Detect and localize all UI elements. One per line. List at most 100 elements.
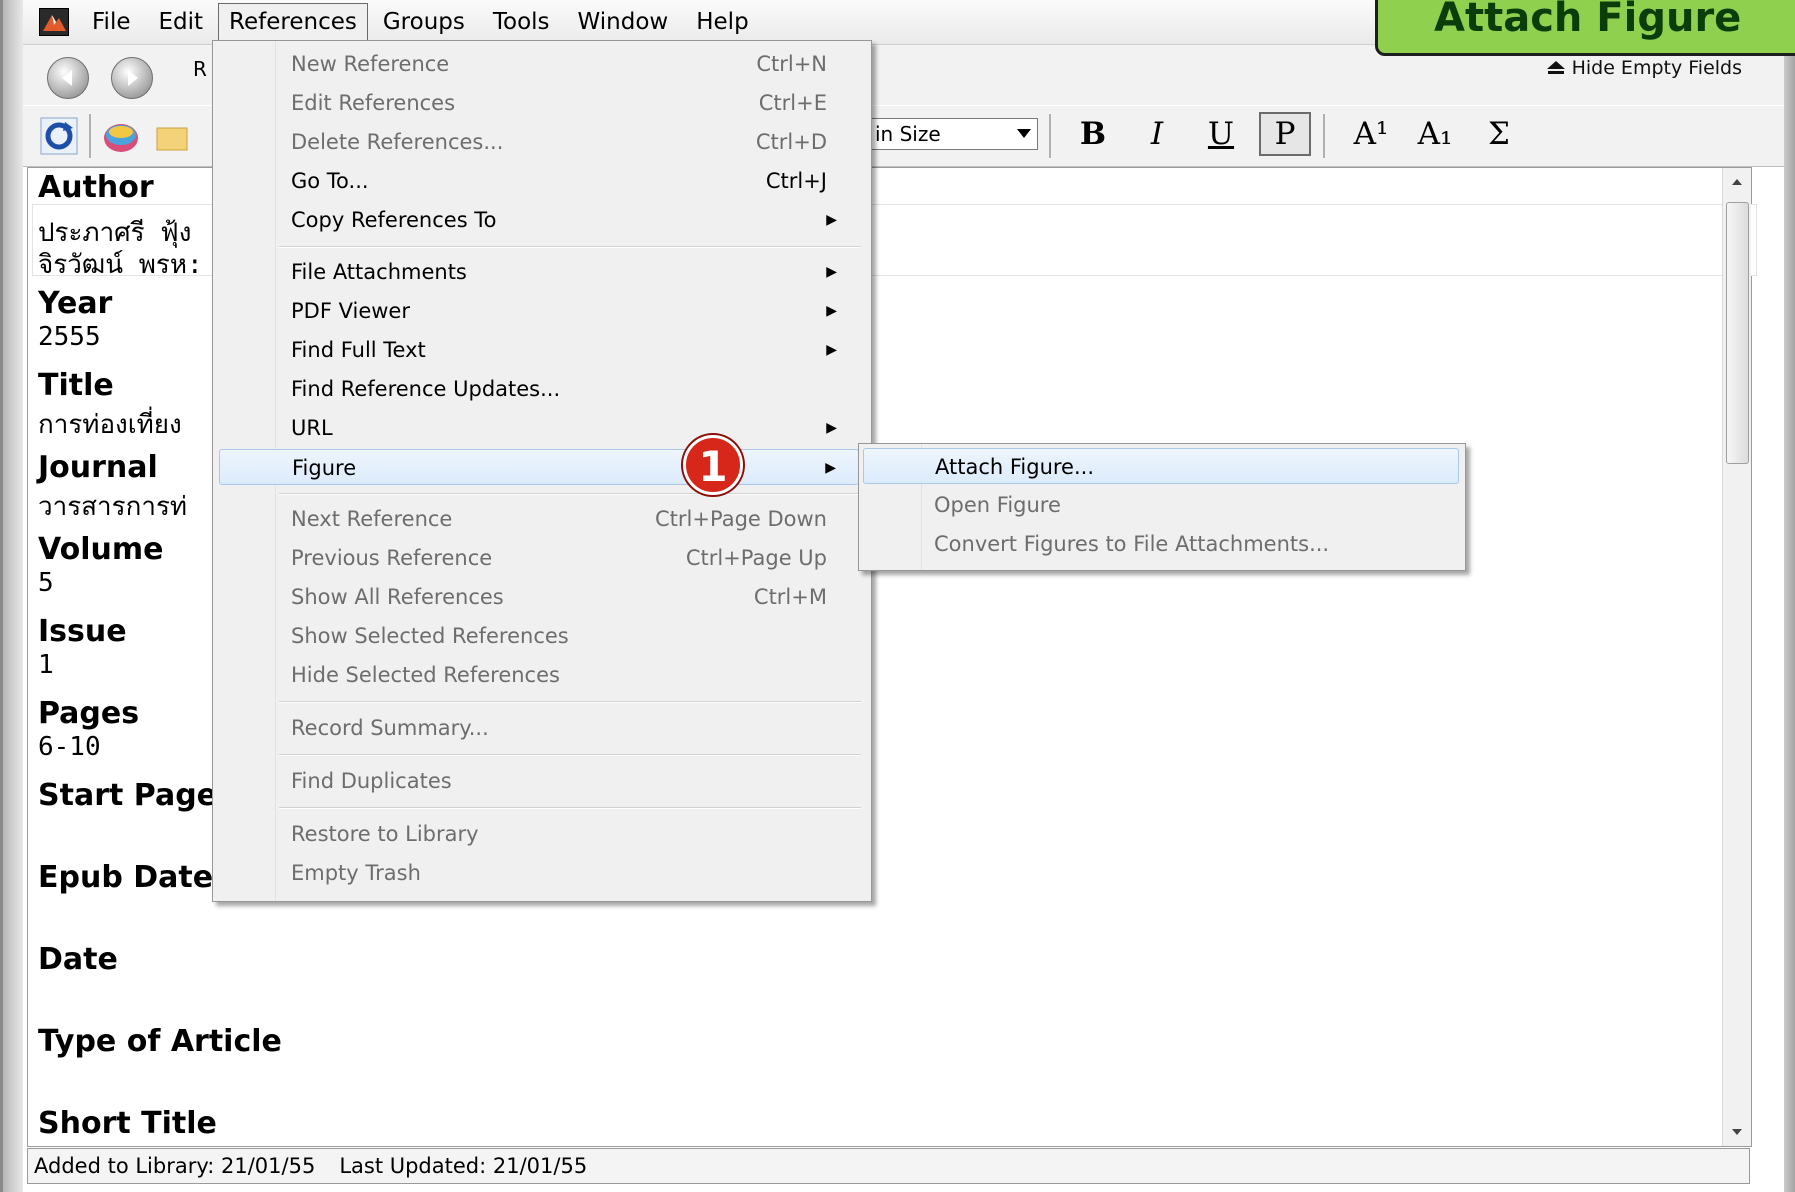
menu-item-label: Empty Trash bbox=[291, 861, 421, 885]
plain-button[interactable]: P bbox=[1259, 112, 1311, 156]
toolbar-separator bbox=[89, 114, 91, 158]
sync-icon[interactable] bbox=[39, 116, 79, 156]
menu-item-label: Record Summary... bbox=[291, 716, 489, 740]
volume-value[interactable]: 5 bbox=[38, 568, 54, 598]
menu-item-file-attachments[interactable]: File Attachments ▶ bbox=[219, 254, 859, 290]
menu-item-shortcut: Ctrl+Page Up bbox=[685, 546, 827, 570]
menu-separator bbox=[279, 493, 861, 495]
year-value[interactable]: 2555 bbox=[38, 322, 101, 352]
menu-separator bbox=[279, 246, 861, 248]
added-to-library: Added to Library: 21/01/55 bbox=[34, 1154, 316, 1178]
menu-window[interactable]: Window bbox=[565, 3, 682, 41]
menu-item-attach-figure[interactable]: Attach Figure... bbox=[863, 448, 1459, 484]
window-right-border bbox=[1784, 0, 1795, 1192]
submenu-arrow-icon: ▶ bbox=[826, 212, 837, 228]
online-search-icon[interactable] bbox=[101, 116, 141, 156]
menu-item-label: Restore to Library bbox=[291, 822, 479, 846]
menu-item-next-reference[interactable]: Next Reference Ctrl+Page Down bbox=[219, 501, 859, 537]
window-left-border bbox=[3, 0, 23, 1192]
menu-item-find-full-text[interactable]: Find Full Text ▶ bbox=[219, 332, 859, 368]
menu-separator bbox=[279, 807, 861, 809]
menu-item-label: Convert Figures to File Attachments... bbox=[934, 532, 1330, 556]
menu-item-delete-references[interactable]: Delete References... Ctrl+D bbox=[219, 124, 859, 160]
scroll-up-icon[interactable] bbox=[1723, 172, 1751, 192]
menu-groups[interactable]: Groups bbox=[370, 3, 478, 41]
scroll-down-icon[interactable] bbox=[1723, 1122, 1751, 1142]
menu-item-label: Find Full Text bbox=[291, 338, 426, 362]
reference-label: R bbox=[193, 57, 207, 81]
issue-value[interactable]: 1 bbox=[38, 650, 54, 680]
menu-item-label: Previous Reference bbox=[291, 546, 493, 570]
underline-button[interactable]: U bbox=[1195, 112, 1247, 156]
symbol-button[interactable]: Σ bbox=[1473, 112, 1525, 156]
menu-item-previous-reference[interactable]: Previous Reference Ctrl+Page Up bbox=[219, 540, 859, 576]
submenu-arrow-icon: ▶ bbox=[826, 264, 837, 280]
title-value[interactable]: การท่องเที่ยง bbox=[38, 404, 182, 445]
back-button[interactable] bbox=[47, 57, 89, 99]
menu-item-shortcut: Ctrl+E bbox=[758, 91, 827, 115]
short-title-label: Short Title bbox=[38, 1106, 217, 1141]
menu-item-convert-figures[interactable]: Convert Figures to File Attachments... bbox=[863, 526, 1459, 562]
folder-icon[interactable] bbox=[151, 116, 191, 156]
pages-value[interactable]: 6-10 bbox=[38, 732, 101, 762]
menu-item-label: Show All References bbox=[291, 585, 504, 609]
menu-item-restore-to-library[interactable]: Restore to Library bbox=[219, 816, 859, 852]
menu-item-record-summary[interactable]: Record Summary... bbox=[219, 710, 859, 746]
journal-label: Journal bbox=[38, 450, 158, 485]
menu-item-url[interactable]: URL ▶ bbox=[219, 410, 859, 446]
menu-item-label: New Reference bbox=[291, 52, 450, 76]
menu-item-pdf-viewer[interactable]: PDF Viewer ▶ bbox=[219, 293, 859, 329]
menu-item-label: Attach Figure... bbox=[935, 455, 1095, 479]
menu-item-label: File Attachments bbox=[291, 260, 467, 284]
menu-item-hide-selected-references[interactable]: Hide Selected References bbox=[219, 657, 859, 693]
menu-item-empty-trash[interactable]: Empty Trash bbox=[219, 855, 859, 891]
italic-button[interactable]: I bbox=[1131, 112, 1183, 156]
hide-empty-fields-button[interactable]: Hide Empty Fields bbox=[1546, 57, 1742, 79]
superscript-button[interactable]: A¹ bbox=[1345, 112, 1397, 156]
menu-item-label: Open Figure bbox=[934, 493, 1061, 517]
title-label: Title bbox=[38, 368, 114, 403]
journal-value[interactable]: วารสารการท่ bbox=[38, 486, 187, 527]
menu-item-shortcut: Ctrl+Page Down bbox=[655, 507, 827, 531]
year-label: Year bbox=[38, 286, 113, 321]
epub-date-label: Epub Date bbox=[38, 860, 214, 895]
menu-tools[interactable]: Tools bbox=[480, 3, 563, 41]
bold-button[interactable]: B bbox=[1067, 112, 1119, 156]
subscript-button[interactable]: A₁ bbox=[1409, 112, 1461, 156]
step-number-badge: 1 bbox=[683, 435, 743, 495]
menu-item-label: Edit References bbox=[291, 91, 456, 115]
chevron-down-icon bbox=[1017, 129, 1031, 138]
arrow-right-icon bbox=[128, 70, 138, 86]
menu-help[interactable]: Help bbox=[683, 3, 761, 41]
forward-button[interactable] bbox=[111, 57, 153, 99]
menu-item-label: Delete References... bbox=[291, 130, 504, 154]
issue-label: Issue bbox=[38, 614, 127, 649]
menu-item-label: Find Reference Updates... bbox=[291, 377, 561, 401]
menu-edit[interactable]: Edit bbox=[146, 3, 217, 41]
hide-empty-fields-label: Hide Empty Fields bbox=[1571, 57, 1742, 79]
menu-separator bbox=[279, 701, 861, 703]
menu-item-go-to[interactable]: Go To... Ctrl+J bbox=[219, 163, 859, 199]
menu-item-new-reference[interactable]: New Reference Ctrl+N bbox=[219, 46, 859, 82]
menu-item-find-reference-updates[interactable]: Find Reference Updates... bbox=[219, 371, 859, 407]
menu-item-show-selected-references[interactable]: Show Selected References bbox=[219, 618, 859, 654]
last-updated: Last Updated: 21/01/55 bbox=[339, 1154, 588, 1178]
menu-references[interactable]: References bbox=[218, 3, 368, 41]
menu-item-edit-references[interactable]: Edit References Ctrl+E bbox=[219, 85, 859, 121]
menu-item-show-all-references[interactable]: Show All References Ctrl+M bbox=[219, 579, 859, 615]
scroll-thumb[interactable] bbox=[1726, 202, 1749, 464]
vertical-scrollbar[interactable] bbox=[1722, 168, 1751, 1146]
endnote-app-icon[interactable] bbox=[39, 8, 69, 36]
menu-item-shortcut: Ctrl+J bbox=[765, 169, 827, 193]
menu-item-figure[interactable]: Figure ▶ bbox=[219, 449, 859, 485]
menu-item-copy-references-to[interactable]: Copy References To ▶ bbox=[219, 202, 859, 238]
menu-file[interactable]: File bbox=[79, 3, 144, 41]
menu-item-find-duplicates[interactable]: Find Duplicates bbox=[219, 763, 859, 799]
status-bar: Added to Library: 21/01/55 Last Updated:… bbox=[27, 1148, 1750, 1184]
font-size-select[interactable]: in Size bbox=[868, 118, 1038, 150]
menu-item-label: Show Selected References bbox=[291, 624, 569, 648]
author-value-2[interactable]: จิรวัฒน์ พรห: bbox=[38, 244, 203, 285]
menu-item-open-figure[interactable]: Open Figure bbox=[863, 487, 1459, 523]
figure-submenu: Attach Figure... Open Figure Convert Fig… bbox=[858, 443, 1466, 571]
menu-item-label: Copy References To bbox=[291, 208, 497, 232]
